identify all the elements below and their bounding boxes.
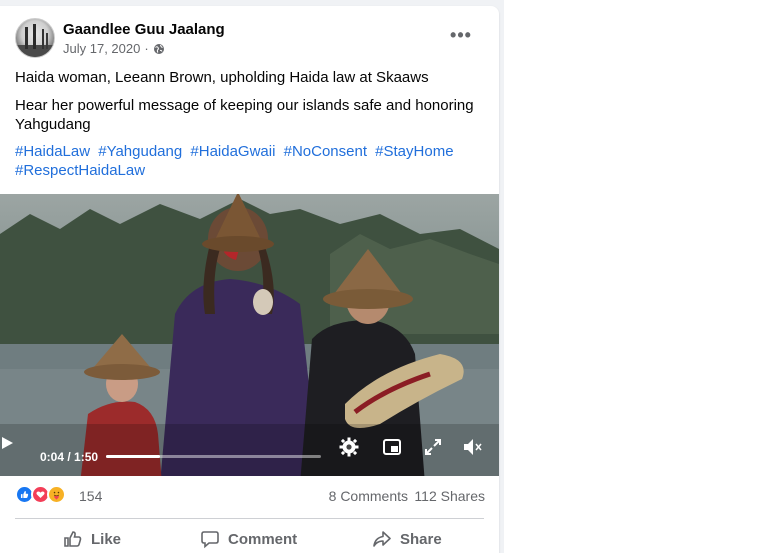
share-button[interactable]: Share <box>372 524 442 553</box>
hashtag-link[interactable]: #NoConsent <box>284 143 367 160</box>
video-frame <box>0 194 499 476</box>
video-time: 0:04 / 1:50 <box>40 450 99 464</box>
post-header: Gaandlee Guu Jaalang July 17, 2020 · ••• <box>15 18 485 60</box>
post-meta: July 17, 2020 · <box>63 41 165 56</box>
hashtag-list: #HaidaLaw #Yahgudang #HaidaGwaii #NoCons… <box>15 142 490 180</box>
share-label: Share <box>400 530 442 548</box>
video-progress-fill <box>106 455 160 458</box>
volume-muted-icon[interactable] <box>461 436 483 458</box>
more-options-button[interactable]: ••• <box>447 26 475 48</box>
page-background <box>504 0 764 553</box>
share-arrow-icon <box>373 531 391 547</box>
settings-gear-icon[interactable] <box>338 436 360 458</box>
like-button[interactable]: Like <box>63 524 121 553</box>
shares-count[interactable]: 112 Shares <box>414 488 485 504</box>
meta-separator: · <box>144 41 149 56</box>
post-text-line1: Haida woman, Leeann Brown, upholding Hai… <box>15 69 429 86</box>
post-stats: 154 8 Comments 112 Shares <box>15 482 485 510</box>
hashtag-link[interactable]: #HaidaLaw <box>15 143 90 160</box>
video-progress-bar[interactable] <box>106 455 321 458</box>
comment-bubble-icon <box>201 531 219 549</box>
comments-count[interactable]: 8 Comments <box>329 488 408 504</box>
avatar[interactable] <box>15 18 55 58</box>
play-icon[interactable] <box>0 436 14 450</box>
hashtag-link[interactable]: #HaidaGwaii <box>190 143 275 160</box>
hashtag-link[interactable]: #Yahgudang <box>98 143 182 160</box>
hashtag-link[interactable]: #StayHome <box>375 143 453 160</box>
globe-icon <box>153 43 164 54</box>
comment-button[interactable]: Comment <box>200 524 297 553</box>
post-card: Gaandlee Guu Jaalang July 17, 2020 · •••… <box>0 6 499 553</box>
hashtag-link[interactable]: #RespectHaidaLaw <box>15 162 145 179</box>
reaction-icons[interactable] <box>15 485 75 505</box>
like-label: Like <box>91 530 122 548</box>
video-controls: 0:04 / 1:50 <box>0 436 499 476</box>
reaction-count[interactable]: 154 <box>79 488 102 504</box>
care-icon <box>47 485 66 504</box>
page-name[interactable]: Gaandlee Guu Jaalang <box>63 21 225 38</box>
post-date[interactable]: July 17, 2020 <box>63 41 140 56</box>
post-text-line2: Hear her powerful message of keeping our… <box>15 97 474 133</box>
post-text: Haida woman, Leeann Brown, upholding Hai… <box>15 68 490 188</box>
thumbs-up-icon <box>64 531 82 547</box>
picture-in-picture-icon[interactable] <box>381 436 403 458</box>
divider <box>15 518 484 519</box>
fullscreen-icon[interactable] <box>422 436 444 458</box>
comment-label: Comment <box>228 530 298 548</box>
video-player[interactable]: 0:04 / 1:50 <box>0 194 499 476</box>
post-actions: Like Comment Share <box>15 524 485 553</box>
